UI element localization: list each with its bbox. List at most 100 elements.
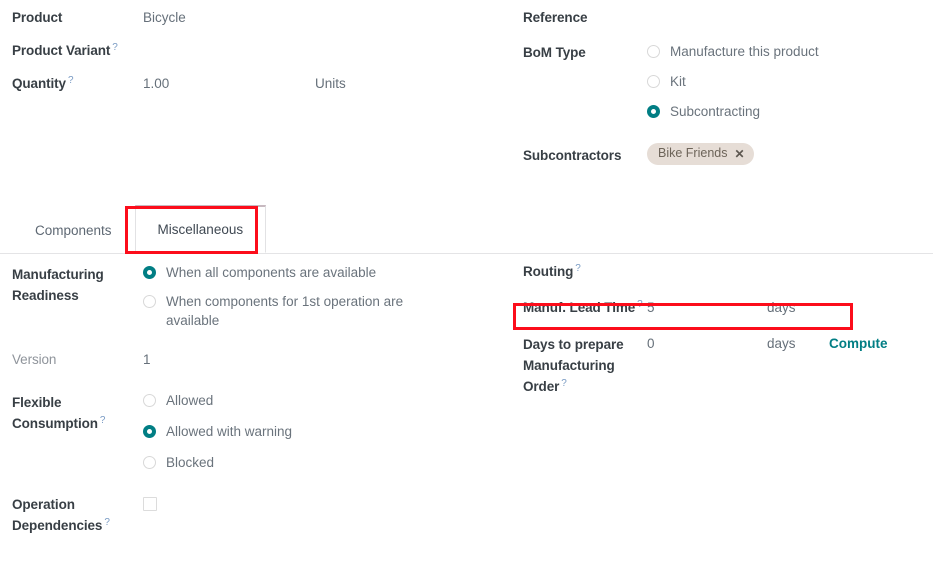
radio-indicator[interactable] [143, 456, 156, 469]
close-icon[interactable]: ✕ [734, 148, 744, 160]
bom-type-label-text: BoM Type [523, 45, 586, 60]
field-row-routing: Routing? [523, 262, 933, 284]
help-icon[interactable]: ? [100, 415, 105, 426]
field-row-days-to-prepare: Days to prepare Manufacturing Order? 0 d… [523, 334, 933, 397]
top-right-column: Reference BoM Type Manufacture this prod… [505, 0, 933, 206]
product-variant-label-text: Product Variant [12, 43, 110, 58]
routing-label: Routing? [523, 262, 647, 281]
tag-bike-friends[interactable]: Bike Friends ✕ [647, 143, 754, 165]
manuf-lead-time-label-text: Manuf. Lead Time [523, 300, 635, 315]
subcontractors-label: Subcontractors [523, 143, 647, 165]
field-row-flexible-consumption: Flexible Consumption? Allowed Allowed wi… [12, 390, 505, 472]
notebook: Components Miscellaneous [0, 206, 933, 254]
help-icon[interactable]: ? [112, 42, 117, 53]
manuf-lead-time-value[interactable]: 5 [647, 298, 767, 317]
version-label-text: Version [12, 352, 56, 367]
field-row-subcontractors: Subcontractors Bike Friends ✕ [523, 143, 933, 165]
product-variant-label: Product Variant? [12, 41, 143, 60]
routing-label-text: Routing [523, 264, 573, 279]
radio-label: When components for 1st operation are av… [166, 292, 448, 330]
tab-label: Components [35, 223, 112, 238]
radio-when-components-first-operation[interactable]: When components for 1st operation are av… [143, 292, 448, 330]
days-to-prepare-label-text: Days to prepare Manufacturing Order [523, 337, 624, 394]
product-label-text: Product [12, 10, 62, 25]
quantity-label-text: Quantity [12, 76, 66, 91]
radio-blocked[interactable]: Blocked [143, 453, 292, 472]
manufacturing-readiness-label-text: Manufacturing Readiness [12, 267, 104, 303]
days-to-prepare-unit: days [767, 334, 829, 353]
product-label: Product [12, 8, 143, 27]
radio-indicator-selected[interactable] [143, 266, 156, 279]
help-icon[interactable]: ? [575, 263, 580, 274]
tab-strip: Components Miscellaneous [12, 207, 266, 253]
radio-label: Manufacture this product [670, 42, 819, 61]
form-top-section: Product Bicycle Product Variant? Quantit… [0, 0, 933, 206]
radio-label: Allowed with warning [166, 422, 292, 441]
radio-label: Subcontracting [670, 102, 760, 121]
bom-type-label: BoM Type [523, 41, 647, 62]
radio-when-all-components-available[interactable]: When all components are available [143, 263, 448, 282]
radio-indicator-selected[interactable] [143, 425, 156, 438]
bottom-left-column: Manufacturing Readiness When all compone… [0, 262, 505, 547]
operation-dependencies-label: Operation Dependencies? [12, 494, 143, 536]
tab-miscellaneous[interactable]: Miscellaneous [135, 205, 267, 253]
operation-dependencies-label-text: Operation Dependencies [12, 497, 102, 533]
field-row-product-variant: Product Variant? [12, 41, 505, 63]
help-icon[interactable]: ? [104, 517, 109, 528]
radio-label: When all components are available [166, 263, 376, 282]
reference-label-text: Reference [523, 10, 587, 25]
manuf-lead-time-label: Manuf. Lead Time? [523, 298, 647, 317]
field-row-manuf-lead-time: Manuf. Lead Time? 5 days [523, 298, 933, 320]
field-row-reference: Reference [523, 8, 933, 30]
bom-type-radio-group: Manufacture this product Kit Subcontract… [647, 41, 819, 121]
flexible-consumption-label: Flexible Consumption? [12, 390, 143, 434]
radio-label: Kit [670, 72, 686, 91]
radio-allowed-with-warning[interactable]: Allowed with warning [143, 422, 292, 441]
radio-kit[interactable]: Kit [647, 72, 819, 91]
radio-indicator[interactable] [647, 45, 660, 58]
manuf-lead-time-unit: days [767, 298, 829, 317]
help-icon[interactable]: ? [68, 75, 73, 86]
days-to-prepare-value[interactable]: 0 [647, 334, 767, 353]
subcontractors-tag-list: Bike Friends ✕ [647, 143, 754, 165]
field-row-manufacturing-readiness: Manufacturing Readiness When all compone… [12, 262, 505, 330]
help-icon[interactable]: ? [637, 299, 642, 310]
radio-indicator[interactable] [647, 75, 660, 88]
operation-dependencies-checkbox[interactable] [143, 497, 157, 511]
field-row-bom-type: BoM Type Manufacture this product Kit Su… [523, 41, 933, 121]
radio-indicator[interactable] [143, 295, 156, 308]
reference-label: Reference [523, 8, 647, 27]
compute-cell: Compute [829, 334, 933, 353]
manufacturing-readiness-radio-group: When all components are available When c… [143, 262, 448, 330]
bom-form: Product Bicycle Product Variant? Quantit… [0, 0, 933, 563]
help-icon[interactable]: ? [561, 378, 566, 389]
radio-allowed[interactable]: Allowed [143, 391, 292, 410]
days-to-prepare-label: Days to prepare Manufacturing Order? [523, 334, 647, 397]
flexible-consumption-radio-group: Allowed Allowed with warning Blocked [143, 390, 292, 472]
top-left-column: Product Bicycle Product Variant? Quantit… [0, 0, 505, 206]
tag-label: Bike Friends [658, 146, 727, 161]
tab-components[interactable]: Components [12, 207, 135, 253]
radio-subcontracting[interactable]: Subcontracting [647, 102, 819, 121]
radio-manufacture-this-product[interactable]: Manufacture this product [647, 42, 819, 61]
radio-indicator[interactable] [143, 394, 156, 407]
quantity-value[interactable]: 1.00 [143, 74, 315, 93]
notebook-divider [0, 253, 933, 254]
product-value[interactable]: Bicycle [143, 8, 315, 27]
field-row-product: Product Bicycle [12, 8, 505, 30]
quantity-uom[interactable]: Units [315, 74, 505, 93]
compute-button[interactable]: Compute [829, 336, 888, 351]
radio-label: Blocked [166, 453, 214, 472]
version-value: 1 [143, 350, 315, 369]
field-row-operation-dependencies: Operation Dependencies? [12, 494, 505, 536]
form-bottom-section: Manufacturing Readiness When all compone… [0, 262, 933, 547]
version-label: Version [12, 350, 143, 369]
subcontractors-label-text: Subcontractors [523, 148, 621, 163]
tab-label: Miscellaneous [158, 222, 244, 237]
field-row-quantity: Quantity? 1.00 Units [12, 74, 505, 96]
manufacturing-readiness-label: Manufacturing Readiness [12, 262, 143, 306]
field-row-version: Version 1 [12, 350, 505, 372]
radio-label: Allowed [166, 391, 213, 410]
radio-indicator-selected[interactable] [647, 105, 660, 118]
flexible-consumption-label-text: Flexible Consumption [12, 395, 98, 431]
